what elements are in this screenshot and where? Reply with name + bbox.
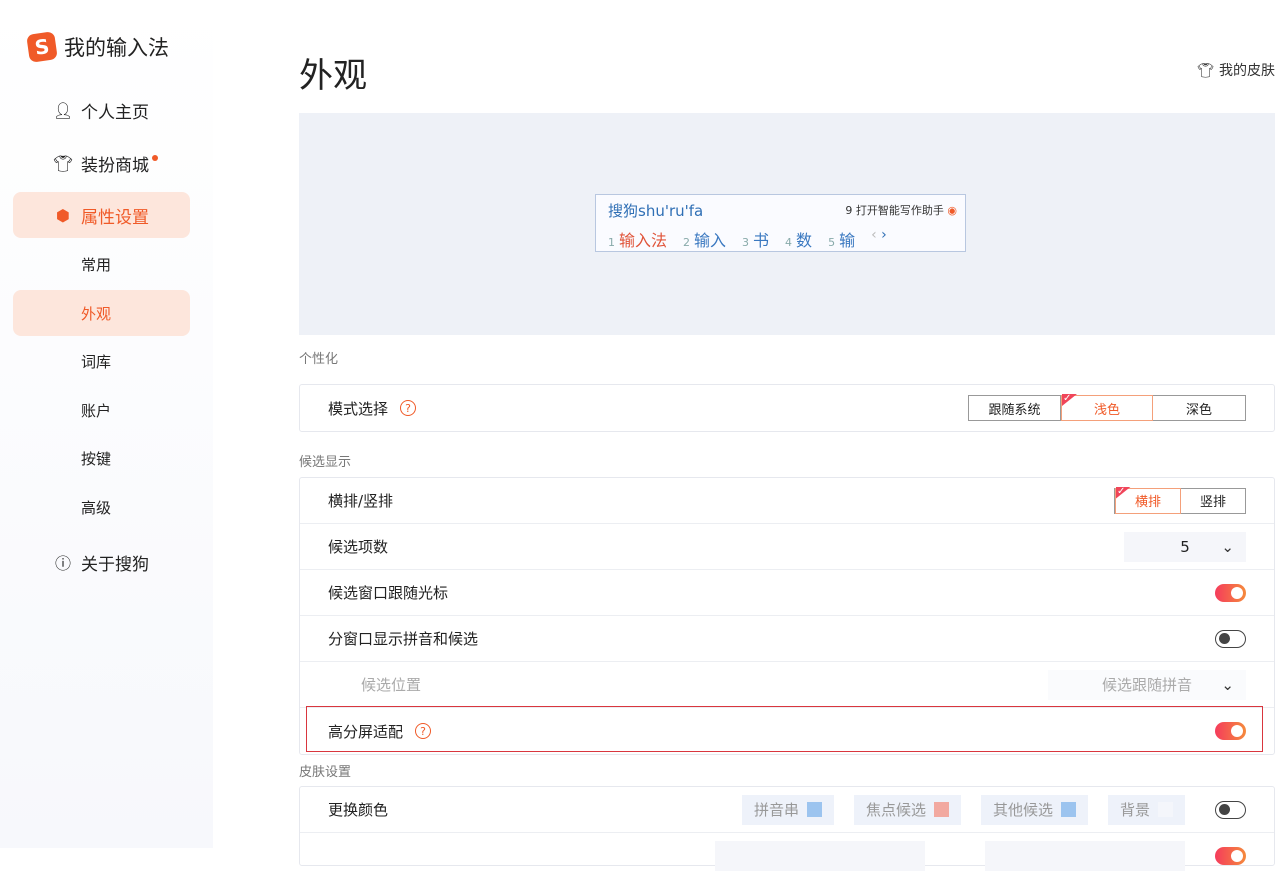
mode-row: 模式选择? 跟随系统 浅色 深色 [300, 385, 1274, 431]
chip-other[interactable]: 其他候选 [980, 794, 1088, 825]
candidate-window-preview: 搜狗shu'ru'fa 9 打开智能写作助手 ◉ 1 输入法 2 输入 3书 4数 … [595, 194, 966, 252]
info-icon: ⓘ [54, 554, 71, 573]
page-arrows-icon: ‹ › [871, 227, 887, 243]
app-logo: S 我的输入法 [26, 31, 169, 63]
sidebar-sub-dictionary[interactable]: 词库 [13, 338, 190, 384]
candidate: 2 输入 [683, 231, 727, 250]
highlight-box [306, 706, 1263, 752]
shirt-icon: 👕︎ [53, 153, 74, 173]
assistant-hint: 9 打开智能写作助手 ◉ [845, 202, 957, 218]
sidebar-item-settings[interactable]: ⬢ 属性设置 [13, 192, 190, 238]
help-icon[interactable]: ? [400, 400, 417, 416]
sidebar-item-label: 属性设置 [81, 207, 149, 228]
sidebar-item-label: 装扮商城 [81, 155, 149, 176]
position-select[interactable]: 候选跟随拼音 ⌄ [1048, 669, 1246, 700]
orientation-horizontal[interactable]: 横排 [1115, 487, 1181, 514]
sidebar-item-store[interactable]: 👕︎ 装扮商城 [13, 140, 190, 186]
color-swatch [933, 802, 949, 817]
mode-label: 模式选择 [328, 399, 389, 418]
pinyin-text: shu'ru'fa [638, 202, 704, 220]
split-window-row: 分窗口显示拼音和候选 [300, 616, 1274, 662]
orientation-vertical[interactable]: 竖排 [1181, 489, 1245, 513]
orientation-label: 横排/竖排 [328, 492, 394, 510]
count-value: 5 [1180, 537, 1190, 556]
sidebar-sub-general[interactable]: 常用 [13, 241, 190, 287]
orientation-selector: 横排 竖排 [1114, 487, 1246, 514]
position-label: 候选位置 [361, 676, 422, 694]
color-toggle[interactable] [1215, 800, 1246, 819]
color-swatch [806, 802, 822, 817]
count-row: 候选项数 5 ⌄ [300, 524, 1274, 570]
pinyin-line: 搜狗shu'ru'fa [608, 200, 703, 221]
chevron-down-icon: ⌄ [1221, 675, 1234, 694]
candidate: 3书 [742, 231, 770, 250]
color-swatch [1158, 802, 1173, 817]
skin-preview: 搜狗shu'ru'fa 9 打开智能写作助手 ◉ 1 输入法 2 输入 3书 4数 … [299, 113, 1275, 335]
shirt-icon: 👕︎ [1196, 63, 1219, 79]
chip-pinyin[interactable]: 拼音串 [741, 794, 834, 825]
follow-cursor-label: 候选窗口跟随光标 [328, 584, 449, 602]
sidebar-sub-account[interactable]: 账户 [13, 387, 190, 433]
sidebar-item-about[interactable]: ⓘ 关于搜狗 [13, 539, 190, 585]
app-title: 我的输入法 [64, 36, 169, 60]
section-skin: 皮肤设置 [299, 765, 352, 780]
candidate: 1 输入法 [608, 231, 668, 250]
section-personalize: 个性化 [299, 352, 339, 367]
follow-cursor-row: 候选窗口跟随光标 [300, 570, 1274, 616]
color-swatch [1060, 802, 1076, 817]
section-candidate-display: 候选显示 [299, 455, 352, 470]
chip-focus[interactable]: 焦点候选 [853, 794, 961, 825]
font-select[interactable] [715, 841, 925, 871]
split-window-label: 分窗口显示拼音和候选 [328, 630, 479, 648]
count-select[interactable]: 5 ⌄ [1124, 531, 1246, 562]
split-window-toggle[interactable] [1215, 629, 1246, 648]
sidebar: S 我的输入法 👤︎ 个人主页 👕︎ 装扮商城 ⬢ 属性设置 常用 外观 词库 账户 按… [0, 0, 213, 848]
font-row [300, 833, 1274, 879]
my-skin-link[interactable]: 👕︎ 我的皮肤 [1197, 60, 1275, 80]
page-title: 外观 [299, 56, 367, 96]
sidebar-item-label: 个人主页 [81, 102, 149, 123]
candidate: 4数 [785, 231, 813, 250]
personalize-card: 模式选择? 跟随系统 浅色 深色 [299, 384, 1275, 432]
user-icon: 👤︎ [53, 100, 74, 120]
notification-dot [152, 155, 158, 161]
font-toggle[interactable] [1215, 847, 1246, 865]
position-row: 候选位置 候选跟随拼音 ⌄ [300, 662, 1274, 708]
orientation-row: 横排/竖排 横排 竖排 [300, 478, 1274, 524]
sidebar-sub-advanced[interactable]: 高级 [13, 484, 190, 530]
position-value: 候选跟随拼音 [1101, 676, 1192, 694]
chip-background[interactable]: 背景 [1107, 794, 1185, 825]
sidebar-sub-appearance[interactable]: 外观 [13, 290, 190, 336]
sidebar-item-profile[interactable]: 👤︎ 个人主页 [13, 87, 190, 133]
hexagon-settings-icon: ⬢ [56, 205, 70, 225]
skin-card: 更换颜色 拼音串 焦点候选 其他候选 背景 [299, 786, 1275, 871]
color-label: 更换颜色 [328, 801, 389, 819]
my-skin-label: 我的皮肤 [1219, 63, 1275, 79]
assistant-icon: ◉ [947, 204, 957, 217]
pinyin-prefix: 搜狗 [608, 202, 639, 220]
mode-dark[interactable]: 深色 [1153, 396, 1245, 420]
follow-cursor-toggle[interactable] [1215, 583, 1246, 602]
chevron-down-icon: ⌄ [1221, 537, 1234, 556]
sidebar-sub-keys[interactable]: 按键 [13, 435, 190, 481]
count-label: 候选项数 [328, 538, 389, 556]
candidate-list: 1 输入法 2 输入 3书 4数 5输 ‹ › [608, 227, 887, 251]
color-row: 更换颜色 拼音串 焦点候选 其他候选 背景 [300, 787, 1274, 833]
mode-follow-system[interactable]: 跟随系统 [969, 396, 1061, 420]
mode-selector: 跟随系统 浅色 深色 [968, 395, 1246, 421]
sogou-logo-icon: S [26, 31, 58, 63]
candidate: 5输 [828, 231, 856, 250]
hint-text: 9 打开智能写作助手 [845, 204, 944, 217]
sidebar-item-label: 关于搜狗 [81, 554, 149, 575]
font-size-select[interactable] [985, 841, 1185, 871]
mode-light[interactable]: 浅色 [1061, 395, 1153, 421]
